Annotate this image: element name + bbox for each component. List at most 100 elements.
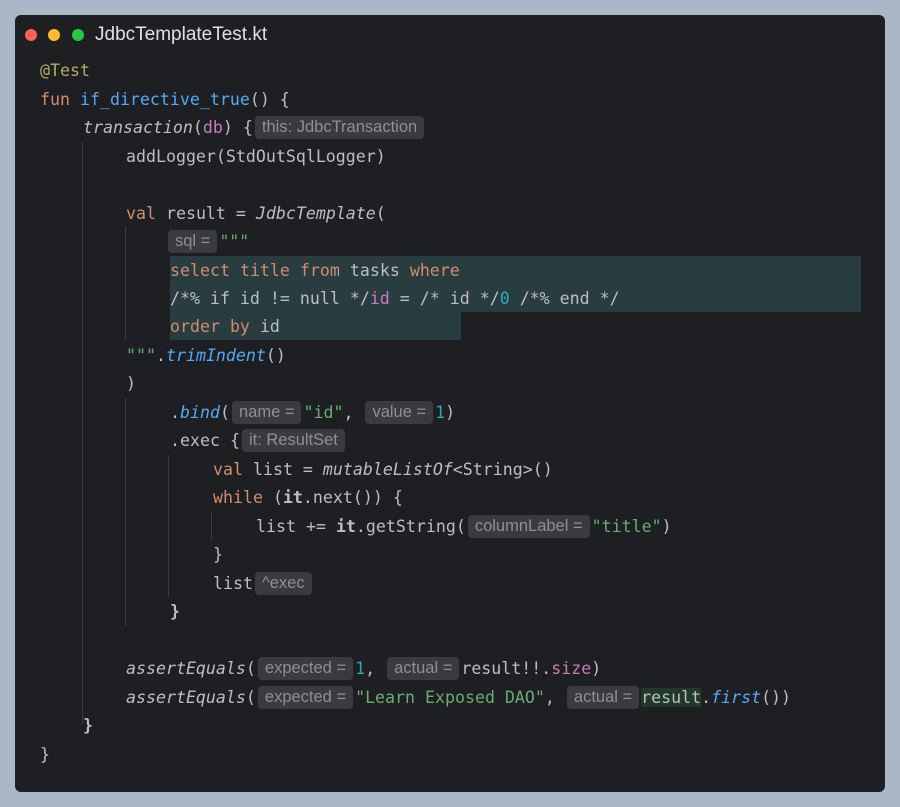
code-text: ( <box>219 403 230 422</box>
code-line-25: } <box>40 741 50 769</box>
code-text: , <box>343 403 354 422</box>
code-text: result!!. <box>461 659 552 678</box>
code-text: list = <box>242 460 323 479</box>
inlay-hint-this: this: JdbcTransaction <box>254 116 425 139</box>
code-line-13: .bind(name = "id", value = 1) <box>170 399 455 427</box>
code-line-10: order by id <box>170 313 280 341</box>
code-text: result = <box>155 204 256 223</box>
inlay-hint-expected: expected = <box>257 686 354 709</box>
it-keyword: it <box>335 517 356 536</box>
jdbc-template-call: JdbcTemplate <box>255 204 376 223</box>
bind-call: bind <box>180 403 220 422</box>
assert-equals-call: assertEquals <box>126 688 246 707</box>
string-literal: "id" <box>303 403 344 422</box>
code-text: ( <box>245 659 256 678</box>
trim-indent-call: trimIndent <box>165 346 266 365</box>
code-text: ) <box>126 374 136 393</box>
code-text: , <box>365 659 376 678</box>
code-line-4: addLogger(StdOutSqlLogger) <box>126 143 386 171</box>
code-text: list <box>213 574 253 593</box>
sql-keyword: from <box>299 261 340 280</box>
code-text: . <box>155 346 166 365</box>
sql-table: tasks <box>349 261 400 280</box>
code-text: ( <box>245 688 256 707</box>
inlay-hint-exec: ^exec <box>254 572 312 595</box>
sql-directive: /*% end */ <box>509 289 620 308</box>
code-line-16: while (it.next()) { <box>213 484 403 512</box>
code-text: () <box>265 346 286 365</box>
val-keyword: val <box>213 460 243 479</box>
inlay-hint-value: value = <box>365 401 434 424</box>
code-line-12: ) <box>126 370 136 398</box>
code-line-2: fun if_directive_true() { <box>40 86 290 114</box>
code-line-20: } <box>170 598 180 626</box>
inlay-hint-it: it: ResultSet <box>241 429 345 452</box>
code-line-15: val list = mutableListOf<String>() <box>213 456 553 484</box>
transaction-call: transaction <box>83 118 193 137</box>
indent-guide <box>82 142 83 724</box>
code-text: <String>() <box>452 460 553 479</box>
code-line-9: /*% if id != null */id = /* id */0 /*% e… <box>170 285 620 313</box>
db-argument: db <box>202 118 223 137</box>
inlay-hint-sql: sql = <box>168 230 218 253</box>
code-text: () { <box>249 90 290 109</box>
mutable-list-call: mutableListOf <box>322 460 453 479</box>
code-line-19: list ^exec <box>213 570 314 598</box>
inlay-hint-actual: actual = <box>566 686 640 709</box>
minimize-button[interactable] <box>48 29 60 41</box>
inlay-hint-expected: expected = <box>257 657 354 680</box>
sql-directive: = /* id */ <box>389 289 500 308</box>
code-text: ()) <box>761 688 792 707</box>
code-text: list += <box>256 517 336 536</box>
editor-window: JdbcTemplateTest.kt @Test fun if_directi… <box>15 15 885 792</box>
assert-equals-call: assertEquals <box>126 659 246 678</box>
code-line-11: """.trimIndent() <box>126 342 286 370</box>
code-line-24: } <box>83 712 93 740</box>
code-text: } <box>40 745 50 764</box>
sql-column: id <box>369 289 390 308</box>
code-text: ) <box>661 517 672 536</box>
code-text: } <box>170 602 180 621</box>
indent-guide <box>125 398 126 626</box>
code-line-8: select title from tasks where <box>170 257 460 285</box>
sql-keyword: title <box>239 261 290 280</box>
code-text: ( <box>262 488 283 507</box>
code-text: .getString( <box>355 517 466 536</box>
code-line-23: assertEquals(expected = "Learn Exposed DA… <box>126 684 791 712</box>
number-literal: 1 <box>435 403 446 422</box>
test-annotation: @Test <box>40 61 90 80</box>
code-text: ) <box>591 659 602 678</box>
sql-keyword: where <box>409 261 460 280</box>
code-text: } <box>213 545 223 564</box>
it-keyword: it <box>282 488 303 507</box>
code-line-7: sql = """ <box>166 228 249 256</box>
code-text: ( <box>375 204 386 223</box>
code-text: addLogger(StdOutSqlLogger) <box>126 147 386 166</box>
string-literal: "title" <box>591 517 662 536</box>
code-text: } <box>83 716 93 735</box>
fun-keyword: fun <box>40 90 70 109</box>
code-line-14: .exec {it: ResultSet <box>170 427 347 455</box>
close-button[interactable] <box>25 29 37 41</box>
indent-guide <box>125 227 126 340</box>
size-property: size <box>551 659 592 678</box>
inlay-hint-name: name = <box>231 401 302 424</box>
string-literal: """ <box>219 232 250 251</box>
number-literal: 1 <box>355 659 366 678</box>
code-text: ) <box>445 403 456 422</box>
sql-keyword: order by <box>170 317 250 336</box>
code-line-3: transaction(db) {this: JdbcTransaction <box>83 114 426 142</box>
indent-guide <box>168 455 169 597</box>
sql-directive: /*% if id != null */ <box>170 289 370 308</box>
first-call: first <box>711 688 762 707</box>
inlay-hint-column-label: columnLabel = <box>467 515 590 538</box>
indent-guide <box>211 512 212 540</box>
inlay-hint-actual: actual = <box>387 657 460 680</box>
string-literal: "Learn Exposed DAO" <box>355 688 545 707</box>
code-line-22: assertEquals(expected = 1, actual = result… <box>126 655 601 683</box>
sql-column: id <box>259 317 280 336</box>
code-text: , <box>544 688 555 707</box>
val-keyword: val <box>126 204 156 223</box>
maximize-button[interactable] <box>72 29 84 41</box>
code-line-18: } <box>213 541 223 569</box>
